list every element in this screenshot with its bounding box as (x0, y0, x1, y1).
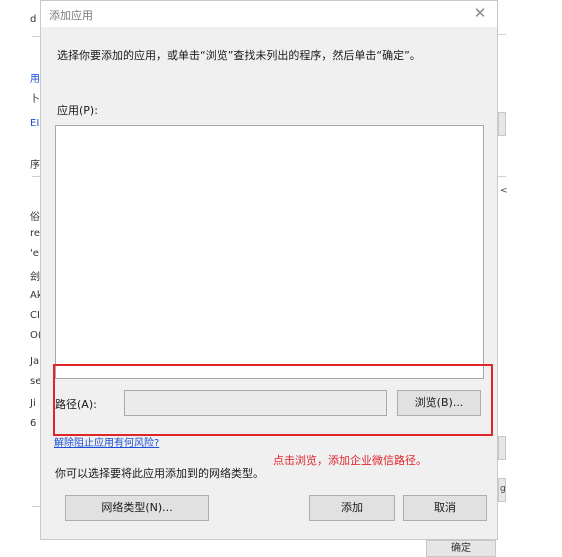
bg-fragment: d (30, 14, 37, 25)
bg-fragment: 序 (30, 160, 40, 171)
background-left-panel: d 用 卜 EI 序 俗 re 'e 刽 Ak CI O( Ja se Ji 6 (0, 0, 43, 540)
path-input[interactable] (124, 390, 387, 416)
bg-fragment: 卜 (30, 94, 40, 105)
add-button[interactable]: 添加 (309, 495, 395, 521)
bg-fragment: CI (30, 310, 40, 321)
bg-edge (498, 112, 506, 136)
risk-link[interactable]: 解除阻止应用有何风险? (54, 434, 159, 449)
cancel-button[interactable]: 取消 (403, 495, 487, 521)
bg-fragment: EI (30, 118, 40, 129)
network-type-button[interactable]: 网络类型(N)... (65, 495, 209, 521)
bg-divider (32, 176, 40, 177)
bg-fragment: 刽 (30, 272, 40, 283)
network-type-hint: 你可以选择要将此应用添加到的网络类型。 (55, 467, 264, 480)
path-label: 路径(A): (55, 398, 97, 411)
bg-fragment: 6 (30, 418, 37, 429)
browse-button[interactable]: 浏览(B)... (397, 390, 481, 416)
bg-fragment: re (30, 228, 41, 239)
close-icon[interactable]: ✕ (469, 3, 491, 23)
bg-fragment: 'e (30, 248, 39, 259)
dialog-title: 添加应用 (49, 9, 93, 22)
bg-fragment: 用 (30, 74, 40, 85)
bg-fragment: 俗 (30, 212, 40, 223)
apps-listbox[interactable] (55, 125, 484, 379)
bg-fragment: < (500, 186, 508, 196)
bg-fragment: g (500, 484, 506, 494)
annotation-text: 点击浏览，添加企业微信路径。 (273, 454, 427, 467)
background-ok-button[interactable]: 确定 (426, 540, 496, 557)
add-app-dialog: 添加应用 ✕ 选择你要添加的应用，或单击“浏览”查找未列出的程序，然后单击“确定… (40, 0, 498, 540)
instruction-text: 选择你要添加的应用，或单击“浏览”查找未列出的程序，然后单击“确定”。 (57, 49, 421, 62)
bg-divider (498, 176, 506, 177)
bg-fragment: Ja (30, 356, 40, 367)
apps-label: 应用(P): (57, 104, 98, 117)
bg-edge (498, 436, 506, 460)
bg-divider (32, 36, 40, 37)
dialog-titlebar[interactable]: 添加应用 ✕ (41, 1, 497, 27)
background-right-panel: < g (498, 0, 528, 557)
bg-divider (32, 506, 40, 507)
bg-divider (498, 34, 506, 35)
bg-fragment: Ji (30, 398, 36, 409)
